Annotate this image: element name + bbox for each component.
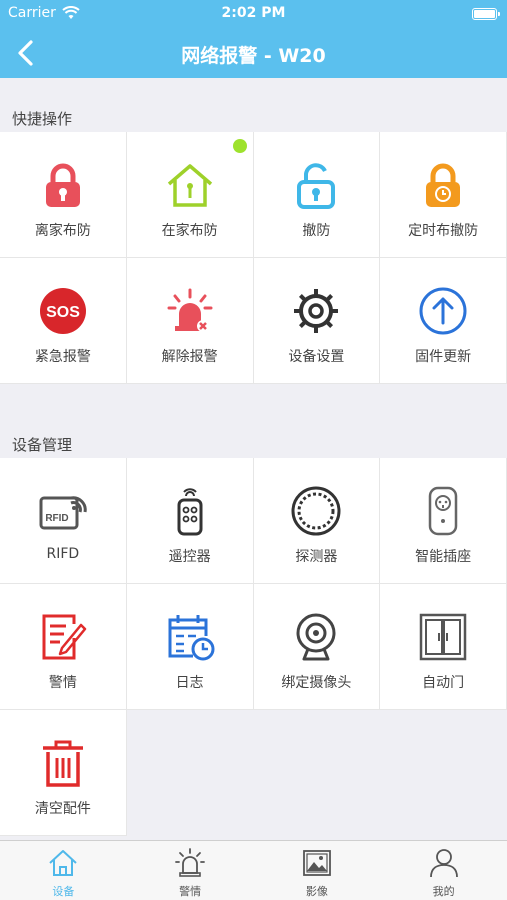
tab-device[interactable]: 设备 xyxy=(0,841,127,900)
tab-alarm[interactable]: 警情 xyxy=(127,841,254,900)
quick-item-label: 设备设置 xyxy=(288,349,345,365)
device-item-label: 自动门 xyxy=(422,675,465,691)
home-arm-status-dot xyxy=(233,139,247,153)
door-icon xyxy=(418,612,468,662)
quick-section-title: 快捷操作 xyxy=(12,110,73,128)
battery-icon xyxy=(472,8,500,20)
quick-item-label: 定时布撤防 xyxy=(408,223,479,239)
remote-control-icon xyxy=(165,486,215,536)
device-item-label: 遥控器 xyxy=(168,549,211,565)
tab-label: 我的 xyxy=(432,885,455,898)
camera-icon xyxy=(291,612,341,662)
nav-bar: 网络报警 - W20 xyxy=(0,28,507,78)
device-item-auto-door[interactable]: 自动门 xyxy=(380,584,507,710)
quick-item-disarm[interactable]: 撤防 xyxy=(253,132,381,258)
device-item-clear-accessories[interactable]: 清空配件 xyxy=(0,710,127,836)
lock-open-icon xyxy=(291,160,341,210)
tab-image[interactable]: 影像 xyxy=(254,841,381,900)
calendar-log-icon xyxy=(165,612,215,662)
quick-item-device-settings[interactable]: 设备设置 xyxy=(253,258,381,384)
sos-icon: SOS xyxy=(38,286,88,336)
device-item-alarm-log[interactable]: 警情 xyxy=(0,584,127,710)
house-tab-icon xyxy=(47,847,79,879)
alarm-log-icon xyxy=(38,612,88,662)
quick-item-firmware-update[interactable]: 固件更新 xyxy=(380,258,507,384)
gear-icon xyxy=(291,286,341,336)
svg-text:RFID: RFID xyxy=(45,513,68,524)
timer-lock-icon xyxy=(418,160,468,210)
svg-text:SOS: SOS xyxy=(46,304,80,321)
device-item-label: 警情 xyxy=(48,675,77,691)
device-section-title: 设备管理 xyxy=(12,436,73,454)
quick-item-emergency[interactable]: SOS 紧急报警 xyxy=(0,258,127,384)
device-item-smart-plug[interactable]: 智能插座 xyxy=(380,458,507,584)
device-item-label: RIFD xyxy=(46,546,80,562)
quick-item-label: 紧急报警 xyxy=(34,349,91,365)
siren-tab-icon xyxy=(174,847,206,879)
device-item-label: 探测器 xyxy=(295,549,338,565)
quick-item-away-arm[interactable]: 离家布防 xyxy=(0,132,127,258)
device-grid: RFID RIFD 遥控器 探测器 智能插座 警情 日志 绑定摄像头 自动门 清… xyxy=(0,458,507,836)
tab-me[interactable]: 我的 xyxy=(380,841,507,900)
home-arm-icon xyxy=(165,160,215,210)
trash-icon xyxy=(38,738,88,788)
device-item-bind-camera[interactable]: 绑定摄像头 xyxy=(253,584,381,710)
quick-item-label: 撤防 xyxy=(302,223,331,239)
device-item-label: 绑定摄像头 xyxy=(281,675,352,691)
device-item-detector[interactable]: 探测器 xyxy=(253,458,381,584)
device-item-log[interactable]: 日志 xyxy=(126,584,254,710)
device-item-rfid[interactable]: RFID RIFD xyxy=(0,458,127,584)
smart-plug-icon xyxy=(418,486,468,536)
person-tab-icon xyxy=(428,847,460,879)
device-item-remote[interactable]: 遥控器 xyxy=(126,458,254,584)
upload-arrow-icon xyxy=(418,286,468,336)
lock-closed-icon xyxy=(38,160,88,210)
device-item-label: 日志 xyxy=(175,675,204,691)
detector-icon xyxy=(291,486,341,536)
page-title: 网络报警 - W20 xyxy=(181,45,326,67)
quick-item-label: 解除报警 xyxy=(161,349,218,365)
device-item-label: 清空配件 xyxy=(34,801,91,817)
quick-item-timer-arm[interactable]: 定时布撤防 xyxy=(380,132,507,258)
tab-bar: 设备 警情 影像 我的 xyxy=(0,840,507,900)
quick-item-label: 固件更新 xyxy=(415,349,472,365)
quick-item-clear-alarm[interactable]: 解除报警 xyxy=(126,258,254,384)
image-tab-icon xyxy=(301,847,333,879)
alarm-off-icon xyxy=(165,286,215,336)
quick-item-label: 在家布防 xyxy=(161,223,218,239)
tab-label: 警情 xyxy=(179,885,202,898)
rfid-card-icon: RFID xyxy=(38,486,88,536)
status-bar: Carrier 2:02 PM xyxy=(0,0,507,28)
quick-item-label: 离家布防 xyxy=(34,223,91,239)
tab-label: 影像 xyxy=(305,885,328,898)
clock: 2:02 PM xyxy=(221,5,286,21)
quick-actions-grid: 离家布防 在家布防 撤防 定时布撤防 SOS 紧急报警 解除报警 设备设置 固件… xyxy=(0,132,507,384)
device-item-label: 智能插座 xyxy=(415,549,472,565)
tab-label: 设备 xyxy=(52,885,75,898)
